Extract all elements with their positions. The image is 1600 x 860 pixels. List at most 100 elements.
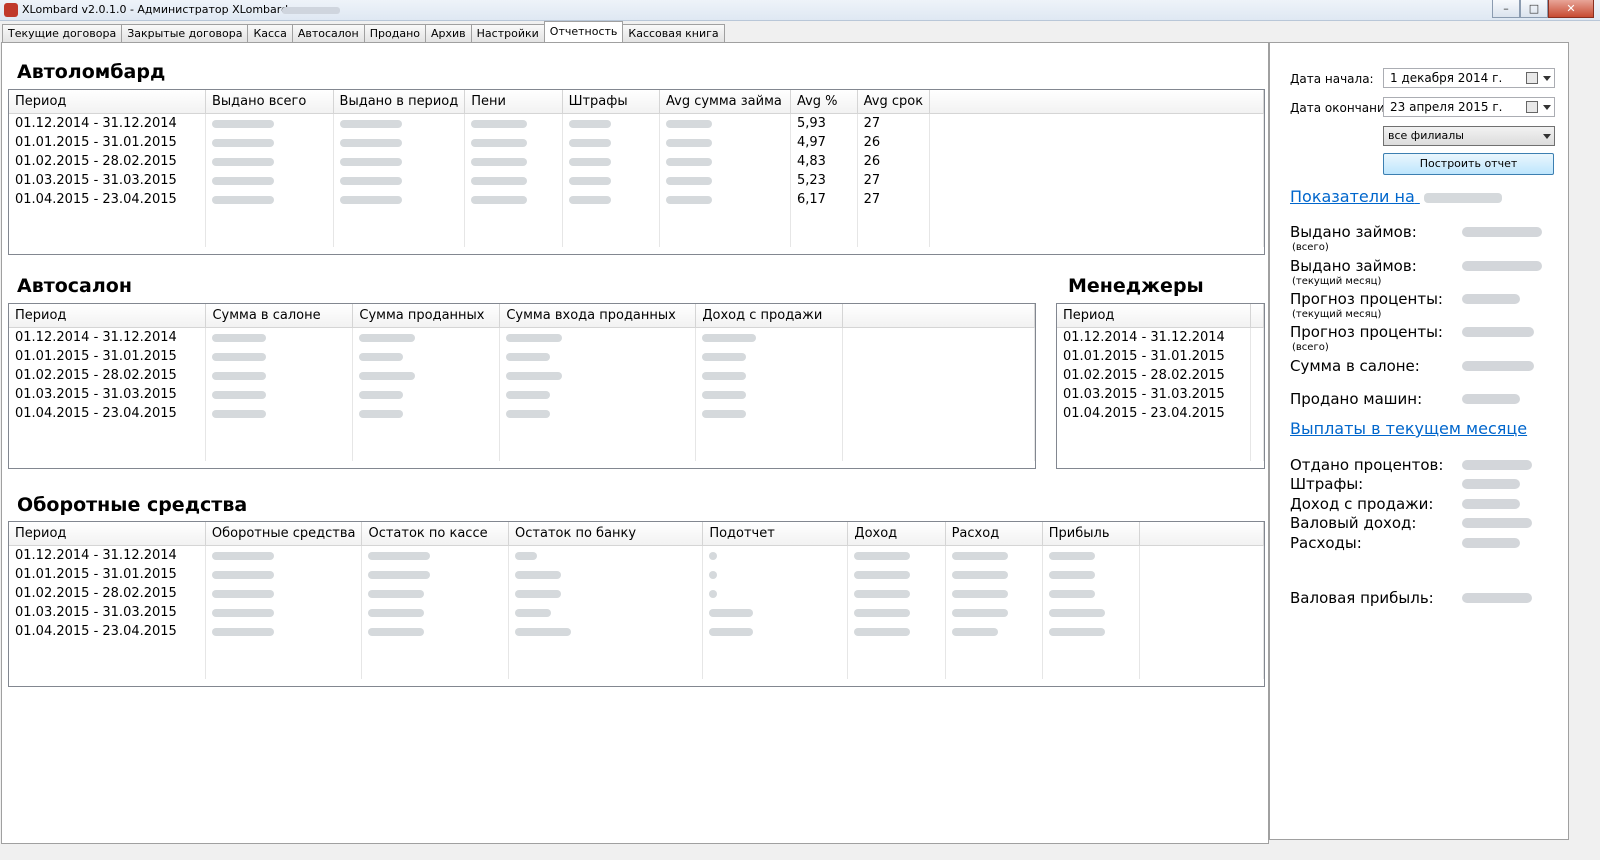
payment-value bbox=[1462, 538, 1520, 548]
minimize-button[interactable]: – bbox=[1492, 0, 1520, 18]
payment-label: Доход с продажи: bbox=[1290, 495, 1434, 513]
indicator-value bbox=[1462, 361, 1534, 371]
gross-profit-label: Валовая прибыль: bbox=[1290, 589, 1434, 607]
table-row[interactable]: 01.12.2014 - 31.12.2014 bbox=[9, 327, 1035, 347]
tab-autosalon[interactable]: Автосалон bbox=[291, 24, 365, 42]
empty-row bbox=[9, 660, 1264, 679]
report-controls-panel: Дата начала: 1 декабря 2014 г. Дата окон… bbox=[1269, 42, 1569, 840]
payment-value bbox=[1462, 460, 1532, 470]
col-header[interactable]: Avg сумма займа bbox=[659, 90, 791, 114]
table-row[interactable]: 01.04.2015 - 23.04.2015 bbox=[9, 622, 1264, 641]
table-row[interactable]: 01.12.2014 - 31.12.2014 5,93 27 bbox=[9, 113, 1264, 133]
branch-select[interactable]: все филиалы bbox=[1383, 126, 1555, 146]
calendar-icon[interactable] bbox=[1526, 101, 1538, 113]
col-header[interactable]: Период bbox=[9, 90, 206, 114]
col-header[interactable]: Сумма проданных bbox=[352, 304, 501, 328]
indicator-value bbox=[1462, 261, 1542, 271]
col-header[interactable]: Пени bbox=[464, 90, 563, 114]
tab-reports[interactable]: Отчетность bbox=[543, 21, 624, 42]
indicator-value bbox=[1462, 327, 1534, 337]
working-capital-grid[interactable]: Период Оборотные средства Остаток по кас… bbox=[8, 521, 1265, 687]
indicator-value bbox=[1462, 394, 1520, 404]
table-row[interactable]: 01.03.2015 - 31.03.2015 bbox=[1057, 385, 1264, 404]
table-row[interactable]: 01.04.2015 - 23.04.2015 bbox=[9, 404, 1035, 423]
col-header[interactable]: Период bbox=[1057, 304, 1251, 328]
table-row[interactable]: 01.12.2014 - 31.12.2014 bbox=[9, 545, 1264, 565]
redacted-date bbox=[1423, 192, 1502, 203]
tab-archive[interactable]: Архив bbox=[425, 24, 472, 42]
col-header bbox=[1250, 304, 1264, 328]
close-button[interactable]: ✕ bbox=[1548, 0, 1594, 18]
col-header[interactable]: Оборотные средства bbox=[205, 522, 363, 546]
payments-link[interactable]: Выплаты в текущем месяце bbox=[1290, 419, 1527, 438]
build-report-button[interactable]: Построить отчет bbox=[1383, 153, 1554, 175]
payment-label: Валовый доход: bbox=[1290, 514, 1417, 532]
indicator-label: Сумма в салоне: bbox=[1290, 357, 1420, 375]
end-date-picker[interactable]: 23 апреля 2015 г. bbox=[1383, 97, 1555, 117]
payment-label: Отдано процентов: bbox=[1290, 456, 1444, 474]
table-row[interactable]: 01.02.2015 - 28.02.2015 bbox=[9, 584, 1264, 603]
table-row[interactable]: 01.01.2015 - 31.01.2015 bbox=[9, 347, 1035, 366]
chevron-down-icon[interactable] bbox=[1543, 105, 1551, 110]
indicator-sub: (текущий месяц) bbox=[1292, 276, 1382, 287]
indicator-label: Продано машин: bbox=[1290, 390, 1423, 408]
col-header[interactable]: Сумма входа проданных bbox=[499, 304, 697, 328]
col-header[interactable]: Сумма в салоне bbox=[205, 304, 354, 328]
empty-row bbox=[1057, 442, 1264, 461]
col-header[interactable]: Штрафы bbox=[562, 90, 661, 114]
tab-closed-contracts[interactable]: Закрытые договора bbox=[121, 24, 249, 42]
col-header[interactable]: Период bbox=[9, 304, 207, 328]
tab-bar: Текущие договора Закрытые договора Касса… bbox=[2, 21, 725, 42]
chevron-down-icon[interactable] bbox=[1543, 76, 1551, 81]
col-header[interactable]: Подотчет bbox=[702, 522, 849, 546]
working-capital-title: Оборотные средства bbox=[17, 494, 248, 516]
managers-title: Менеджеры bbox=[1068, 275, 1204, 297]
indicator-value bbox=[1462, 294, 1520, 304]
table-row[interactable]: 01.04.2015 - 23.04.2015 6,17 27 bbox=[9, 190, 1264, 209]
tab-sold[interactable]: Продано bbox=[363, 24, 426, 42]
reports-content: Автоломбард Период Выдано всего Выдано в… bbox=[1, 42, 1269, 844]
indicators-link[interactable]: Показатели на bbox=[1290, 187, 1502, 206]
tab-cash-book[interactable]: Кассовая книга bbox=[622, 24, 725, 42]
payment-label: Расходы: bbox=[1290, 534, 1362, 552]
col-header[interactable]: Выдано в период bbox=[333, 90, 466, 114]
col-header[interactable]: Доход с продажи bbox=[695, 304, 844, 328]
autosalon-grid[interactable]: Период Сумма в салоне Сумма проданных Су… bbox=[8, 303, 1036, 469]
tab-cash[interactable]: Касса bbox=[247, 24, 293, 42]
table-row[interactable]: 01.02.2015 - 28.02.2015 bbox=[1057, 366, 1264, 385]
table-row[interactable]: 01.03.2015 - 31.03.2015 bbox=[9, 385, 1035, 404]
col-header[interactable]: Доход bbox=[847, 522, 946, 546]
col-header[interactable]: Остаток по кассе bbox=[361, 522, 510, 546]
table-row[interactable]: 01.02.2015 - 28.02.2015 4,83 26 bbox=[9, 152, 1264, 171]
table-row[interactable]: 01.04.2015 - 23.04.2015 bbox=[1057, 404, 1264, 423]
tab-settings[interactable]: Настройки bbox=[470, 24, 545, 42]
maximize-button[interactable]: □ bbox=[1520, 0, 1548, 18]
table-row[interactable]: 01.01.2015 - 31.01.2015 bbox=[9, 565, 1264, 584]
table-row[interactable]: 01.03.2015 - 31.03.2015 5,23 27 bbox=[9, 171, 1264, 190]
col-header[interactable]: Avg срок bbox=[857, 90, 931, 114]
table-row[interactable]: 01.01.2015 - 31.01.2015 4,97 26 bbox=[9, 133, 1264, 152]
autosalon-title: Автосалон bbox=[17, 275, 132, 297]
table-row[interactable]: 01.01.2015 - 31.01.2015 bbox=[1057, 347, 1264, 366]
start-date-label: Дата начала: bbox=[1290, 72, 1374, 86]
col-header[interactable]: Выдано всего bbox=[205, 90, 334, 114]
payment-label: Штрафы: bbox=[1290, 475, 1364, 493]
managers-grid[interactable]: Период 01.12.2014 - 31.12.2014 01.01.201… bbox=[1056, 303, 1265, 469]
table-row[interactable]: 01.12.2014 - 31.12.2014 bbox=[1057, 327, 1264, 347]
table-row[interactable]: 01.03.2015 - 31.03.2015 bbox=[9, 603, 1264, 622]
col-header bbox=[1139, 522, 1264, 546]
start-date-picker[interactable]: 1 декабря 2014 г. bbox=[1383, 68, 1555, 88]
tab-current-contracts[interactable]: Текущие договора bbox=[2, 24, 123, 42]
col-header[interactable]: Avg % bbox=[790, 90, 858, 114]
payment-value bbox=[1462, 479, 1520, 489]
col-header[interactable]: Прибыль bbox=[1042, 522, 1141, 546]
table-row[interactable]: 01.02.2015 - 28.02.2015 bbox=[9, 366, 1035, 385]
col-header[interactable]: Период bbox=[9, 522, 206, 546]
branch-select-value: все филиалы bbox=[1388, 129, 1464, 142]
end-date-value: 23 апреля 2015 г. bbox=[1390, 100, 1503, 114]
autolombard-grid[interactable]: Период Выдано всего Выдано в период Пени… bbox=[8, 89, 1265, 255]
col-header[interactable]: Расход bbox=[945, 522, 1043, 546]
calendar-icon[interactable] bbox=[1526, 72, 1538, 84]
end-date-label: Дата окончания: bbox=[1290, 101, 1397, 115]
col-header[interactable]: Остаток по банку bbox=[508, 522, 704, 546]
